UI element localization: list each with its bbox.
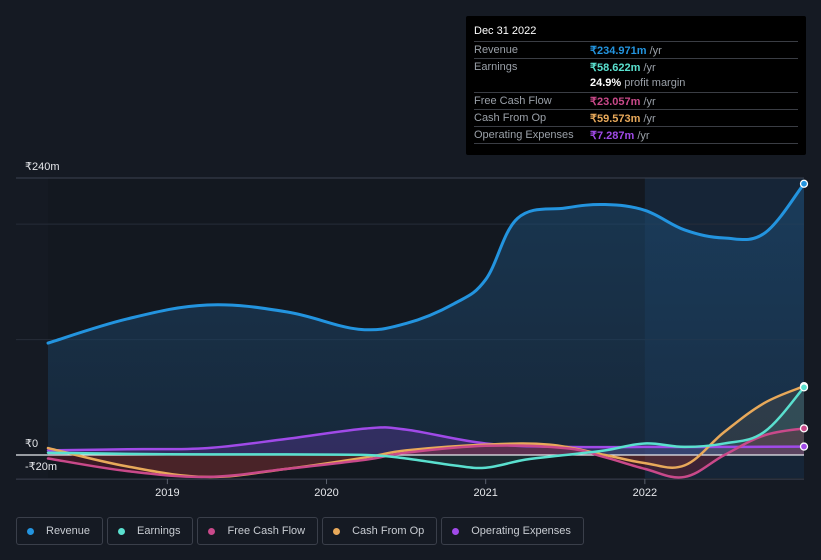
legend-label: Earnings [137, 525, 181, 537]
earnings-endpoint[interactable] [799, 383, 809, 392]
legend-label: Free Cash Flow [227, 525, 306, 537]
tooltip-row-revenue: Revenue ₹234.971m /yr [474, 41, 798, 59]
tooltip-value: ₹234.971m /yr [590, 44, 662, 57]
legend-item-revenue[interactable]: Revenue [16, 517, 104, 545]
x-tick-label-2019: 2019 [155, 487, 179, 499]
legend: Revenue Earnings Free Cash Flow Cash Fro… [16, 517, 584, 545]
x-tick-label-2021: 2021 [473, 487, 497, 499]
operating-expenses-dot-icon [452, 527, 460, 535]
tooltip-bottom-divider [474, 143, 798, 144]
y-tick-label-240m: ₹240m [25, 161, 60, 173]
tooltip-value: ₹23.057m /yr [590, 95, 656, 108]
earnings-dot-icon [118, 527, 126, 535]
y-tick-label-0: ₹0 [25, 438, 39, 450]
tooltip-label: Cash From Op [474, 112, 547, 124]
tooltip-row-operating-expenses: Operating Expenses ₹7.287m /yr [474, 126, 798, 144]
legend-item-operating-expenses[interactable]: Operating Expenses [441, 517, 584, 545]
unit-text: /yr [643, 113, 656, 125]
x-tick-label-2022: 2022 [633, 487, 657, 499]
unit-text: /yr [637, 130, 650, 142]
tooltip-label: Earnings [474, 61, 518, 73]
value-text: ₹58.622m [590, 62, 641, 74]
legend-item-free-cash-flow[interactable]: Free Cash Flow [197, 517, 319, 545]
free-cash-flow-dot-icon [208, 527, 216, 535]
tooltip: Dec 31 2022 Revenue ₹234.971m /yr Earnin… [466, 16, 806, 155]
revenue-dot-icon [27, 527, 34, 535]
tooltip-date: Dec 31 2022 [474, 25, 537, 37]
value-text: ₹59.573m [590, 113, 641, 125]
operating-expenses-endpoint[interactable] [799, 442, 809, 451]
tooltip-value: 24.9% profit margin [590, 77, 685, 89]
unit-text: /yr [643, 62, 656, 74]
value-text: ₹234.971m [590, 45, 647, 57]
tooltip-value: ₹59.573m /yr [590, 112, 656, 125]
tooltip-label: Free Cash Flow [474, 95, 552, 107]
value-text: ₹7.287m [590, 130, 635, 142]
legend-label: Cash From Op [352, 525, 425, 537]
tooltip-value: ₹7.287m /yr [590, 129, 650, 142]
legend-label: Operating Expenses [471, 525, 571, 537]
tooltip-row-earnings: Earnings ₹58.622m /yr [474, 58, 798, 76]
tooltip-row-cash-from-op: Cash From Op ₹59.573m /yr [474, 109, 798, 127]
free-cash-flow-endpoint[interactable] [799, 424, 809, 433]
legend-item-cash-from-op[interactable]: Cash From Op [322, 517, 438, 545]
tooltip-row-profit-margin: 24.9% profit margin [474, 75, 798, 92]
value-text: 24.9% [590, 77, 622, 89]
unit-text: /yr [649, 45, 662, 57]
tooltip-row-free-cash-flow: Free Cash Flow ₹23.057m /yr [474, 92, 798, 110]
unit-text: profit margin [624, 77, 686, 89]
unit-text: /yr [643, 96, 656, 108]
x-tick-label-2020: 2020 [314, 487, 338, 499]
value-text: ₹23.057m [590, 96, 641, 108]
cash-from-op-dot-icon [333, 527, 341, 535]
y-tick-label-minus-20m: -₹20m [25, 461, 58, 473]
tooltip-value: ₹58.622m /yr [590, 61, 656, 74]
revenue-endpoint[interactable] [799, 179, 809, 188]
legend-item-earnings[interactable]: Earnings [107, 517, 194, 545]
tooltip-label: Revenue [474, 44, 519, 56]
legend-label: Revenue [46, 525, 91, 537]
tooltip-label: Operating Expenses [474, 129, 574, 141]
